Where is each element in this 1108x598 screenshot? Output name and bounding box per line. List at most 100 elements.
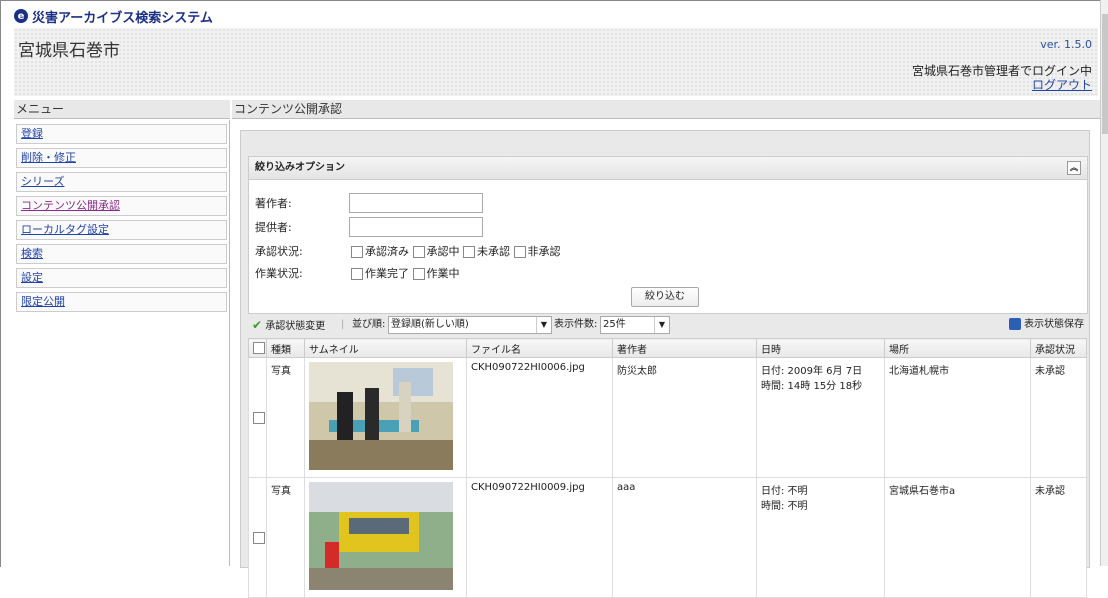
thumbnail-image[interactable] <box>309 362 453 470</box>
col-status: 承認状況 <box>1030 338 1087 358</box>
sidebar-item-label[interactable]: 検索 <box>21 247 43 260</box>
scrollbar-thumb[interactable] <box>1102 14 1108 134</box>
col-type: 種類 <box>266 338 305 358</box>
vertical-scrollbar[interactable] <box>1100 0 1108 566</box>
cell-thumbnail <box>304 357 467 478</box>
change-status-label: 承認状態変更 <box>265 321 326 332</box>
rejected-checkbox[interactable] <box>513 246 526 258</box>
table-row[interactable]: 写真 CKH090722HI0006.jpg 防災太郎 日付: 2009年 6月… <box>248 357 1087 478</box>
city-name: 宮城県石巻市 <box>18 41 120 61</box>
cell-time: 時間: 14時 15分 18秒 <box>761 381 863 392</box>
unapproved-label: 未承認 <box>477 245 510 258</box>
cell-place: 宮城県石巻市a <box>884 477 1031 598</box>
version-label: ver. 1.5.0 <box>1040 38 1092 51</box>
approved-checkbox[interactable] <box>351 246 363 258</box>
globe-logo-icon: e <box>14 9 28 23</box>
work-label: 作業状況: <box>255 267 303 280</box>
approved-label: 承認済み <box>365 245 409 258</box>
cell-datetime: 日付: 不明 時間: 不明 <box>756 477 885 598</box>
sidebar-item-label[interactable]: 削除・修正 <box>21 151 76 164</box>
provider-input[interactable] <box>349 217 483 237</box>
approval-row: 承認状況: 承認済み 承認中 未承認 非承認 <box>255 243 561 259</box>
work-progress-checkbox[interactable] <box>412 268 425 280</box>
filter-submit-button[interactable]: 絞り込む <box>631 287 699 307</box>
sidebar-item-settings[interactable]: 設定 <box>16 268 227 288</box>
select-all-cell[interactable] <box>248 338 267 358</box>
collapse-icon[interactable]: ︽ <box>1067 161 1081 175</box>
work-row: 作業状況: 作業完了 作業中 <box>255 265 460 281</box>
sidebar-item-label[interactable]: シリーズ <box>21 175 64 188</box>
approval-label: 承認状況: <box>255 245 303 258</box>
thumbnail-image[interactable] <box>309 482 453 590</box>
sort-label: 並び順: <box>352 319 386 330</box>
work-progress-label: 作業中 <box>426 267 460 280</box>
row-checkbox[interactable] <box>253 411 265 424</box>
page-title: コンテンツ公開承認 <box>232 100 1100 119</box>
col-thumbnail: サムネイル <box>304 338 467 358</box>
author-label: 著作者: <box>255 197 292 210</box>
cell-thumbnail <box>304 477 467 598</box>
cell-filename: CKH090722HI0009.jpg <box>466 477 613 598</box>
provider-label: 提供者: <box>255 221 292 234</box>
cell-date: 日付: 2009年 6月 7日 <box>761 366 863 377</box>
row-checkbox[interactable] <box>253 531 265 544</box>
sidebar-item-label[interactable]: 設定 <box>21 271 43 284</box>
sidebar-item-series[interactable]: シリーズ <box>16 172 227 192</box>
row-select-cell <box>248 477 267 598</box>
row-select-cell <box>248 357 267 478</box>
rejected-label: 非承認 <box>527 245 561 258</box>
save-view-label: 表示状態保存 <box>1024 319 1084 330</box>
cell-time: 時間: 不明 <box>761 501 808 512</box>
provider-row: 提供者: <box>255 217 483 237</box>
unapproved-checkbox[interactable] <box>463 246 475 258</box>
sidebar-item-label[interactable]: コンテンツ公開承認 <box>21 199 120 212</box>
sidebar-item-search[interactable]: 検索 <box>16 244 227 264</box>
login-info: 宮城県石巻市管理者でログイン中 ログアウト <box>912 64 1092 92</box>
sidebar-item-register[interactable]: 登録 <box>16 124 227 144</box>
cell-status: 未承認 <box>1030 477 1087 598</box>
sidebar-item-limited[interactable]: 限定公開 <box>16 292 227 312</box>
save-icon <box>1008 318 1021 330</box>
logout-link[interactable]: ログアウト <box>912 78 1092 92</box>
sidebar-item-approval[interactable]: コンテンツ公開承認 <box>16 196 227 216</box>
change-status-button[interactable]: ✔ 承認状態変更 <box>252 314 325 338</box>
cell-author: aaa <box>612 477 757 598</box>
toolbar-divider: | <box>341 319 345 330</box>
cell-type: 写真 <box>266 477 305 598</box>
table-row[interactable]: 写真 CKH090722HI0009.jpg aaa 日付: 不明 時間: 不明… <box>248 477 1087 598</box>
count-label: 表示件数: <box>554 319 598 330</box>
check-icon: ✔ <box>252 318 263 332</box>
col-author: 著作者 <box>612 338 757 358</box>
sidebar: 登録 削除・修正 シリーズ コンテンツ公開承認 ローカルタグ設定 検索 設定 限… <box>14 120 230 566</box>
author-input[interactable] <box>349 193 483 213</box>
select-all-checkbox[interactable] <box>253 342 265 354</box>
work-done-label: 作業完了 <box>365 267 409 280</box>
cell-datetime: 日付: 2009年 6月 7日 時間: 14時 15分 18秒 <box>756 357 885 478</box>
sidebar-item-label[interactable]: 登録 <box>21 127 43 140</box>
save-view-button[interactable]: 表示状態保存 <box>1008 314 1084 336</box>
filter-panel: 絞り込みオプション ︽ 著作者: 提供者: 承認状況: 承認済み 承認中 未承認… <box>248 156 1088 314</box>
col-place: 場所 <box>884 338 1031 358</box>
chevron-down-icon: ▼ <box>654 317 669 333</box>
sidebar-item-local-tags[interactable]: ローカルタグ設定 <box>16 220 227 240</box>
work-done-checkbox[interactable] <box>351 268 363 280</box>
cell-status: 未承認 <box>1030 357 1087 478</box>
table-header-row: 種類 サムネイル ファイル名 著作者 日時 場所 承認状況 <box>248 338 1087 358</box>
sort-value: 登録順(新しい順) <box>391 319 469 330</box>
in-approval-checkbox[interactable] <box>412 246 425 258</box>
app-title-bar: e 災害アーカイブス検索システム <box>14 6 213 26</box>
sort-select[interactable]: 登録順(新しい順) ▼ <box>388 316 552 334</box>
cell-author: 防災太郎 <box>612 357 757 478</box>
count-select[interactable]: 25件 ▼ <box>600 316 670 334</box>
cell-date: 日付: 不明 <box>761 486 808 497</box>
content-table: 種類 サムネイル ファイル名 著作者 日時 場所 承認状況 写真 CKH0907… <box>248 338 1087 598</box>
col-datetime: 日時 <box>756 338 885 358</box>
chevron-down-icon: ▼ <box>536 317 551 333</box>
sidebar-item-label[interactable]: ローカルタグ設定 <box>21 223 109 236</box>
sidebar-item-label[interactable]: 限定公開 <box>21 295 65 308</box>
sidebar-item-edit[interactable]: 削除・修正 <box>16 148 227 168</box>
app-title: 災害アーカイブス検索システム <box>32 10 213 26</box>
cell-place: 北海道札幌市 <box>884 357 1031 478</box>
list-toolbar: ✔ 承認状態変更 | 並び順: 登録順(新しい順) ▼ 表示件数: 25件 ▼ … <box>248 314 1086 336</box>
in-approval-label: 承認中 <box>426 245 460 258</box>
